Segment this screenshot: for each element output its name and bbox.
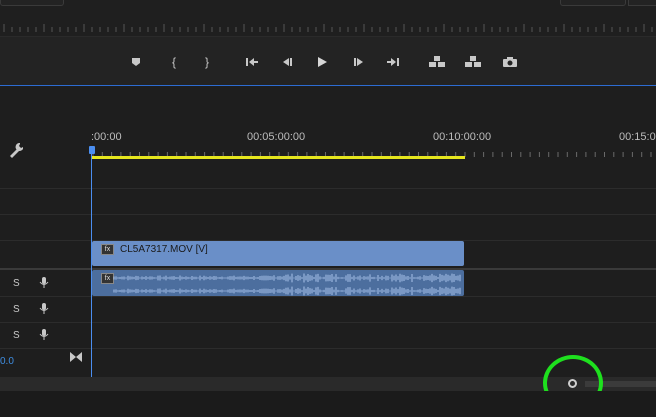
track-divider: [0, 348, 656, 349]
voiceover-button-a3[interactable]: [39, 328, 49, 347]
mark-in-icon: {: [171, 55, 176, 69]
step-forward-button[interactable]: [350, 53, 368, 71]
solo-button-a3[interactable]: S: [13, 330, 20, 341]
bowtie-icon: [70, 352, 82, 362]
ruler-label-15min: 00:15:0: [619, 131, 656, 143]
timeline-area: [91, 86, 656, 377]
work-area-bar[interactable]: [91, 156, 465, 159]
add-marker-button[interactable]: [127, 53, 145, 71]
voiceover-button-a2[interactable]: [39, 302, 49, 321]
extract-button[interactable]: [464, 53, 482, 71]
track-divider: [0, 322, 656, 323]
extract-icon: [465, 56, 481, 67]
lift-button[interactable]: [428, 53, 446, 71]
playhead-handle[interactable]: [89, 146, 95, 154]
master-volume-value[interactable]: 0.0: [0, 356, 14, 367]
microphone-icon: [39, 277, 49, 288]
play-button[interactable]: [313, 53, 331, 71]
go-to-in-button[interactable]: [243, 53, 261, 71]
ruler-label-10min: 00:10:00:00: [433, 131, 492, 143]
voiceover-button-a1[interactable]: [39, 276, 49, 295]
play-icon: [318, 57, 327, 67]
step-back-icon: [283, 58, 292, 66]
mark-out-icon: }: [204, 55, 209, 69]
microphone-icon: [39, 303, 49, 314]
step-back-button[interactable]: [278, 53, 296, 71]
mark-out-button[interactable]: }: [198, 53, 216, 71]
solo-button-a1[interactable]: S: [13, 278, 20, 289]
mark-in-button[interactable]: {: [165, 53, 183, 71]
marker-icon: [132, 58, 140, 66]
top-right-dropdown[interactable]: [560, 0, 626, 6]
track-divider: [0, 214, 656, 215]
lift-icon: [429, 56, 445, 67]
go-to-out-button[interactable]: [384, 53, 402, 71]
go-to-out-icon: [387, 58, 399, 66]
go-to-in-icon: [246, 58, 258, 66]
video-clip-name: CL5A7317.MOV [V]: [120, 244, 208, 255]
audio-waveform: [113, 273, 461, 296]
playhead-line: [91, 152, 92, 378]
track-divider: [0, 188, 656, 189]
ruler-label-5min: 00:05:00:00: [247, 131, 306, 143]
export-frame-button[interactable]: [501, 53, 519, 71]
wrench-icon: [10, 142, 23, 158]
microphone-icon: [39, 329, 49, 340]
bottom-bar: [0, 391, 656, 417]
top-right-button[interactable]: [628, 0, 656, 6]
ruler-label-0: :00:00: [91, 131, 122, 143]
fx-badge-video: fx: [101, 244, 114, 255]
track-divider: [0, 296, 656, 297]
master-track-toggle[interactable]: [69, 350, 83, 368]
monitor-ruler: [3, 24, 653, 32]
camera-icon: [503, 57, 517, 67]
solo-button-a2[interactable]: S: [13, 304, 20, 315]
timeline-settings-button[interactable]: [8, 142, 26, 163]
top-left-dropdown[interactable]: [0, 0, 64, 6]
step-forward-icon: [354, 58, 363, 66]
